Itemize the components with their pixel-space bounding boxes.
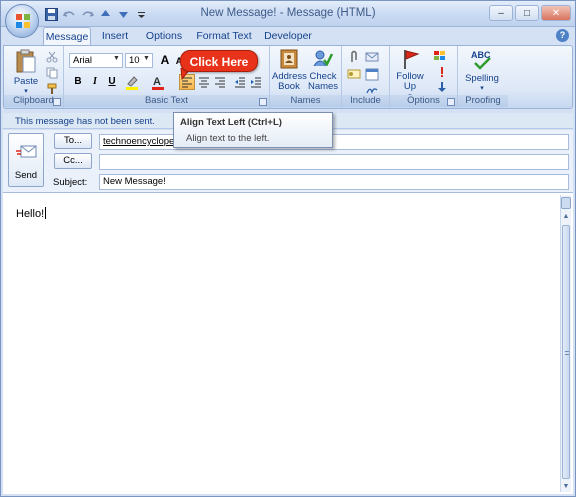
increase-indent-icon[interactable] (248, 74, 264, 90)
basic-text-group-label: Basic Text (64, 95, 269, 107)
align-left-tooltip: Align Text Left (Ctrl+L) Align text to t… (173, 112, 333, 148)
attach-file-icon[interactable] (346, 49, 362, 65)
minimize-button[interactable]: – (489, 5, 513, 21)
clipboard-dialog-launcher[interactable] (53, 98, 61, 106)
ribbon-tabs: Message Insert Options Format Text Devel… (1, 27, 575, 46)
scroll-up-icon[interactable]: ▲ (561, 212, 571, 222)
high-importance-icon[interactable] (434, 64, 450, 80)
scroll-down-icon[interactable]: ▼ (561, 482, 571, 492)
address-book-label: Address Book (272, 71, 307, 92)
font-size-combo[interactable]: 10 ▼ (125, 53, 153, 68)
send-button[interactable]: Send (8, 133, 44, 187)
address-book-icon (280, 49, 298, 69)
include-group-label: Include (342, 95, 389, 107)
check-names-button[interactable]: Check Names (306, 48, 340, 92)
cut-icon[interactable] (44, 49, 60, 65)
font-name-combo[interactable]: Arial ▼ (69, 53, 123, 68)
check-names-label: Check Names (307, 71, 339, 92)
underline-button[interactable]: U (104, 74, 120, 90)
body-text[interactable]: Hello! (16, 207, 47, 220)
bold-button[interactable]: B (70, 74, 86, 90)
tooltip-description: Align text to the left. (186, 133, 270, 144)
cc-field[interactable] (99, 154, 569, 170)
tab-message[interactable]: Message (43, 27, 91, 46)
align-center-button[interactable] (196, 74, 212, 90)
subject-field[interactable]: New Message! (99, 174, 569, 190)
italic-button[interactable]: I (87, 74, 103, 90)
font-color-icon[interactable]: A (150, 74, 166, 90)
font-size-value: 10 (129, 55, 140, 66)
address-book-button[interactable]: Address Book (272, 48, 307, 92)
click-here-callout: Click Here (180, 50, 258, 72)
tab-developer[interactable]: Developer (263, 27, 313, 45)
message-body[interactable]: Hello! ▲ ▼ (3, 192, 573, 494)
follow-up-label: Follow Up (396, 71, 424, 92)
flag-icon (404, 50, 420, 69)
title-bar: New Message! - Message (HTML) – □ ✕ (1, 1, 575, 27)
cc-button[interactable]: Cc... (54, 153, 92, 169)
highlight-icon[interactable] (124, 74, 140, 90)
vertical-scrollbar[interactable]: ▲ ▼ (560, 195, 571, 492)
window-controls: – □ ✕ (489, 5, 571, 21)
decrease-indent-icon[interactable] (232, 74, 248, 90)
names-group-label: Names (270, 95, 341, 107)
copy-icon[interactable] (44, 65, 60, 81)
attach-item-icon[interactable] (364, 49, 380, 65)
align-right-button[interactable] (212, 74, 228, 90)
spelling-button[interactable]: ABC Spelling ▾ (462, 48, 502, 94)
paste-button[interactable]: Paste ▾ (8, 49, 44, 97)
svg-text:A: A (153, 76, 161, 88)
tab-format-text[interactable]: Format Text (196, 27, 252, 45)
low-importance-icon[interactable] (434, 79, 450, 95)
clipboard-group: Paste ▾ Clipboard (4, 46, 64, 108)
scroll-thumb[interactable] (562, 225, 570, 479)
spelling-icon: ABC (471, 50, 491, 70)
office-logo-icon (16, 14, 30, 28)
include-group: Include (342, 46, 390, 108)
basic-text-dialog-launcher[interactable] (259, 98, 267, 106)
help-icon[interactable]: ? (556, 29, 569, 42)
calendar-icon[interactable] (364, 66, 380, 82)
tooltip-title: Align Text Left (Ctrl+L) (180, 117, 282, 128)
chevron-down-icon: ▼ (143, 55, 150, 62)
body-content: Hello! (16, 208, 45, 220)
check-names-icon (313, 50, 334, 67)
proofing-group-label: Proofing (458, 95, 508, 107)
subject-label: Subject: (53, 177, 88, 188)
maximize-button[interactable]: □ (515, 5, 539, 21)
tab-insert[interactable]: Insert (97, 27, 133, 45)
office-button[interactable] (5, 4, 39, 38)
send-icon (16, 145, 37, 158)
font-name-value: Arial (73, 55, 93, 66)
paste-icon (16, 49, 36, 73)
tab-options[interactable]: Options (143, 27, 185, 45)
ribbon: Paste ▾ Clipboard Arial ▼ 10 ▼ A A B I U… (3, 45, 573, 109)
to-button[interactable]: To... (54, 133, 92, 149)
paste-label: Paste (13, 76, 39, 87)
split-handle[interactable] (561, 197, 571, 209)
proofing-group: ABC Spelling ▾ Proofing (458, 46, 508, 108)
chevron-down-icon: ▼ (113, 55, 120, 62)
send-label: Send (14, 170, 38, 181)
follow-up-button[interactable]: Follow Up ▾ (392, 48, 428, 102)
close-button[interactable]: ✕ (541, 5, 571, 21)
spelling-label: Spelling (465, 73, 499, 84)
grip-icon (565, 351, 569, 355)
names-group: Address Book Check Names Names (270, 46, 342, 108)
options-group: Follow Up ▾ Options (390, 46, 458, 108)
categorize-icon[interactable] (432, 48, 448, 64)
to-field[interactable]: technoencyclopedia@ (99, 134, 569, 150)
business-card-icon[interactable] (346, 66, 362, 82)
options-dialog-launcher[interactable] (447, 98, 455, 106)
outlook-message-window: New Message! - Message (HTML) – □ ✕ Mess… (0, 0, 576, 497)
text-caret (45, 207, 47, 219)
